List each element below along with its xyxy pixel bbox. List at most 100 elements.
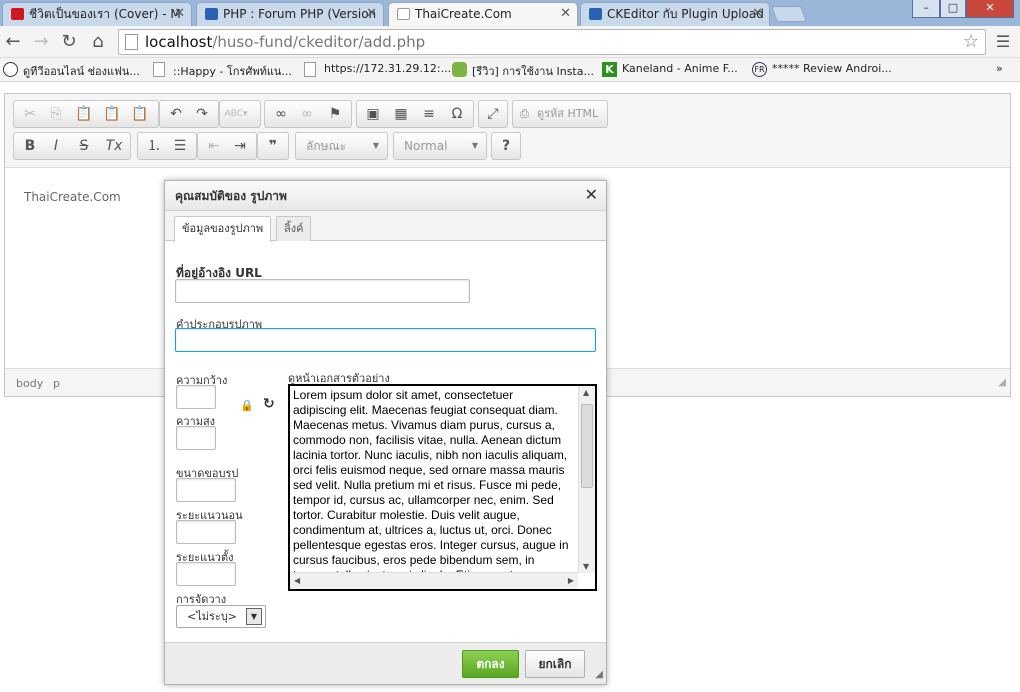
chevron-down-icon: ▼ <box>246 608 262 625</box>
bookmark-item[interactable]: K Kaneland - Anime F... <box>602 62 738 77</box>
browser-tab-thaicreate[interactable]: ThaiCreate.Com ✕ <box>388 2 578 26</box>
scroll-left-icon[interactable]: ◀ <box>294 576 300 585</box>
lock-ratio-icon[interactable]: 🔒 <box>240 399 254 412</box>
bookmark-label: ดูทีวีออนไลน์ ช่องแฟน... <box>23 65 140 78</box>
insert-group: ▣ ▦ ≡ Ω <box>356 100 474 128</box>
editor-content-text[interactable]: ThaiCreate.Com <box>24 190 121 204</box>
remove-format-icon[interactable]: Tx <box>102 136 126 156</box>
link-icon[interactable]: ∞ <box>269 104 293 124</box>
redo-icon[interactable]: ↷ <box>190 104 214 124</box>
paste-word-icon[interactable]: 📋 <box>128 104 152 124</box>
outdent-icon[interactable]: ⇤ <box>202 136 226 156</box>
border-input[interactable] <box>176 478 236 502</box>
paste-icon[interactable]: 📋 <box>72 104 96 124</box>
forward-icon[interactable]: → <box>30 31 52 53</box>
menu-icon[interactable]: ☰ <box>992 31 1014 53</box>
close-icon[interactable]: ✕ <box>752 3 763 25</box>
close-icon[interactable]: ✕ <box>560 3 571 25</box>
browser-tab-youtube[interactable]: ชีวิตเป็นของเรา (Cover) - M ✕ <box>2 2 192 26</box>
spellcheck-icon[interactable]: ABC▾ <box>224 104 248 124</box>
indent-icon[interactable]: ⇥ <box>228 136 252 156</box>
reload-icon[interactable]: ↻ <box>58 31 80 53</box>
image-icon[interactable]: ▣ <box>361 104 385 124</box>
hspace-input[interactable] <box>176 520 236 544</box>
ok-button[interactable]: ตกลง <box>462 650 519 678</box>
alt-text-input[interactable] <box>175 328 596 352</box>
paste-text-icon[interactable]: 📋 <box>100 104 124 124</box>
height-input[interactable] <box>176 426 216 450</box>
reset-size-icon[interactable]: ↻ <box>263 396 275 412</box>
indent-group: ⇤ ⇥ <box>197 132 257 160</box>
close-icon[interactable]: ✕ <box>174 3 185 25</box>
cut-icon[interactable]: ✂ <box>18 104 42 124</box>
cancel-button[interactable]: ยกเลิก <box>525 650 585 678</box>
bookmark-label: [รีวิว] การใช้งาน Insta... <box>472 65 594 78</box>
bookmark-item[interactable]: [รีวิว] การใช้งาน Insta... <box>452 62 594 80</box>
preview-horizontal-scrollbar[interactable]: ◀ ▶ <box>290 572 578 589</box>
navigation-bar: ← → ↻ ⌂ localhost/huso-fund/ckeditor/add… <box>0 26 1020 58</box>
path-p[interactable]: p <box>53 377 60 390</box>
maximize-group: ⤢ <box>478 100 508 128</box>
dialog-resize-grip-icon[interactable]: ◢ <box>595 669 603 680</box>
scrollbar-thumb[interactable] <box>581 404 593 488</box>
tab-link[interactable]: ลิ้งค์ <box>276 216 312 241</box>
copy-icon[interactable]: ⎘ <box>44 104 68 124</box>
back-icon[interactable]: ← <box>2 31 24 53</box>
resize-grip-icon[interactable]: ◢ <box>998 377 1006 388</box>
forum-icon <box>589 8 602 20</box>
browser-tab-ckeditor[interactable]: CKEditor กับ Plugin Upload ✕ <box>580 2 770 26</box>
anchor-flag-icon[interactable]: ⚑ <box>323 104 347 124</box>
scroll-right-icon[interactable]: ▶ <box>568 576 574 585</box>
bookmark-label: ::Happy - โกรศัพท์แน... <box>173 65 292 78</box>
preview-box: Lorem ipsum dolor sit amet, consectetuer… <box>288 384 597 591</box>
path-body[interactable]: body <box>16 377 43 390</box>
scroll-down-icon[interactable]: ▼ <box>583 562 589 571</box>
tab-image-info[interactable]: ข้อมูลของรูปภาพ <box>174 216 272 242</box>
minimize-button[interactable]: – <box>912 0 940 18</box>
bold-icon[interactable]: B <box>18 136 42 156</box>
bookmark-item[interactable]: ::Happy - โกรศัพท์แน... <box>153 62 292 80</box>
alignment-select[interactable]: <ไม่ระบุ> ▼ <box>176 605 266 628</box>
maximize-button[interactable]: □ <box>940 0 966 18</box>
bookmark-face-icon <box>3 62 18 77</box>
dialog-footer: ตกลง ยกเลิก ◢ <box>165 642 606 684</box>
styles-combo[interactable]: ลักษณะ ▼ <box>295 132 388 160</box>
vspace-input[interactable] <box>176 562 236 586</box>
close-icon[interactable]: ✕ <box>585 186 598 204</box>
table-icon[interactable]: ▦ <box>389 104 413 124</box>
clipboard-group: ✂ ⎘ 📋 📋 📋 <box>13 100 159 128</box>
new-tab-button[interactable] <box>771 6 807 22</box>
width-input[interactable] <box>176 385 216 409</box>
numbered-list-icon[interactable]: ⒈ <box>142 136 166 156</box>
scroll-up-icon[interactable]: ▲ <box>583 388 589 397</box>
undo-icon[interactable]: ↶ <box>164 104 188 124</box>
star-icon[interactable]: ☆ <box>963 30 979 54</box>
preview-vertical-scrollbar[interactable]: ▲ ▼ <box>578 386 595 573</box>
page-icon <box>304 62 316 77</box>
bookmarks-overflow-button[interactable]: » <box>978 62 1003 75</box>
italic-icon[interactable]: I <box>44 136 68 156</box>
home-icon[interactable]: ⌂ <box>87 31 109 53</box>
format-combo[interactable]: Normal ▼ <box>393 132 487 160</box>
horizontal-rule-icon[interactable]: ≡ <box>417 104 441 124</box>
maximize-icon[interactable]: ⤢ <box>481 104 505 124</box>
address-bar[interactable]: localhost/huso-fund/ckeditor/add.php ☆ <box>118 29 986 55</box>
unlink-icon[interactable]: ∞ <box>295 104 319 124</box>
help-button[interactable]: ? <box>491 132 521 160</box>
strike-icon[interactable]: S <box>72 136 96 156</box>
bookmark-label: ***** Review Androi... <box>772 62 892 75</box>
url-input[interactable] <box>175 279 470 303</box>
bookmark-item[interactable]: ดูทีวีออนไลน์ ช่องแฟน... <box>3 62 140 80</box>
special-char-icon[interactable]: Ω <box>445 104 469 124</box>
dialog-title-bar[interactable]: คุณสมบัติของ รูปภาพ ✕ <box>165 181 606 211</box>
bulleted-list-icon[interactable]: ☰ <box>168 136 192 156</box>
window-close-button[interactable]: ✕ <box>966 0 1014 18</box>
browser-tab-forum[interactable]: PHP : Forum PHP (Version ✕ <box>196 2 384 26</box>
source-button[interactable]: ⎙ ดูรหัส HTML <box>512 100 608 128</box>
kaneland-icon: K <box>602 62 617 77</box>
bookmark-item[interactable]: FR ***** Review Androi... <box>752 62 892 77</box>
close-icon[interactable]: ✕ <box>366 3 377 25</box>
bookmark-item[interactable]: https://172.31.29.12:... <box>304 62 451 77</box>
dialog-title: คุณสมบัติของ รูปภาพ <box>175 189 287 203</box>
blockquote-icon[interactable]: ❞ <box>261 136 285 156</box>
